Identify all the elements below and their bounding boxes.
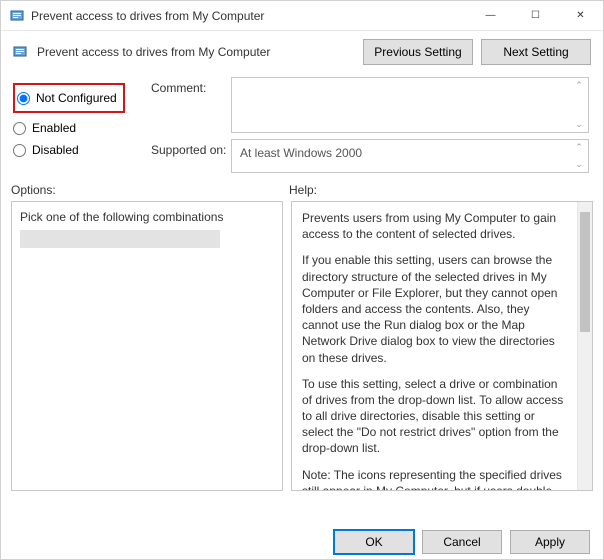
options-heading: Options: <box>11 183 289 197</box>
radio-not-configured-input[interactable] <box>17 92 30 105</box>
options-dropdown[interactable] <box>20 230 220 248</box>
options-panel: Pick one of the following combinations <box>11 201 283 491</box>
help-panel: Prevents users from using My Computer to… <box>291 201 593 491</box>
help-paragraph: To use this setting, select a drive or c… <box>302 376 567 457</box>
supported-value: At least Windows 2000 <box>240 146 362 160</box>
help-text: Prevents users from using My Computer to… <box>292 202 577 490</box>
titlebar: Prevent access to drives from My Compute… <box>1 1 603 31</box>
help-paragraph: If you enable this setting, users can br… <box>302 252 567 365</box>
chevron-down-icon[interactable]: ⌄ <box>572 159 586 170</box>
radio-label: Not Configured <box>36 91 117 105</box>
radio-label: Disabled <box>32 143 79 157</box>
window-title: Prevent access to drives from My Compute… <box>31 9 468 23</box>
window-controls: — ☐ ✕ <box>468 1 603 31</box>
radio-disabled[interactable]: Disabled <box>13 139 151 161</box>
comment-label: Comment: <box>151 77 231 95</box>
radio-enabled-input[interactable] <box>13 122 26 135</box>
radio-disabled-input[interactable] <box>13 144 26 157</box>
highlight-box: Not Configured <box>13 83 125 113</box>
chevron-up-icon[interactable]: ⌃ <box>572 142 586 153</box>
policy-icon <box>9 8 25 24</box>
state-area: Not Configured Enabled Disabled Comment:… <box>1 73 603 173</box>
chevron-down-icon[interactable]: ⌄ <box>572 119 586 130</box>
supported-box: At least Windows 2000 ⌃ ⌄ <box>231 139 589 173</box>
scrollbar[interactable] <box>577 202 592 490</box>
close-button[interactable]: ✕ <box>558 1 603 31</box>
dialog-footer: OK Cancel Apply <box>334 530 590 554</box>
policy-header: Prevent access to drives from My Compute… <box>1 31 603 73</box>
previous-setting-button[interactable]: Previous Setting <box>363 39 473 65</box>
apply-button[interactable]: Apply <box>510 530 590 554</box>
cancel-button[interactable]: Cancel <box>422 530 502 554</box>
next-setting-button[interactable]: Next Setting <box>481 39 591 65</box>
supported-label: Supported on: <box>151 139 231 157</box>
policy-icon <box>11 43 29 61</box>
minimize-button[interactable]: — <box>468 1 513 31</box>
help-paragraph: Note: The icons representing the specifi… <box>302 467 567 490</box>
options-instruction: Pick one of the following combinations <box>20 210 274 224</box>
ok-button[interactable]: OK <box>334 530 414 554</box>
radio-enabled[interactable]: Enabled <box>13 117 151 139</box>
policy-title: Prevent access to drives from My Compute… <box>37 45 363 59</box>
comment-textarea[interactable]: ⌃ ⌄ <box>231 77 589 133</box>
help-paragraph: Prevents users from using My Computer to… <box>302 210 567 242</box>
chevron-up-icon[interactable]: ⌃ <box>572 80 586 91</box>
radio-not-configured[interactable]: Not Configured <box>17 87 117 109</box>
maximize-button[interactable]: ☐ <box>513 1 558 31</box>
radio-label: Enabled <box>32 121 76 135</box>
scrollbar-thumb[interactable] <box>580 212 590 332</box>
help-heading: Help: <box>289 183 593 197</box>
